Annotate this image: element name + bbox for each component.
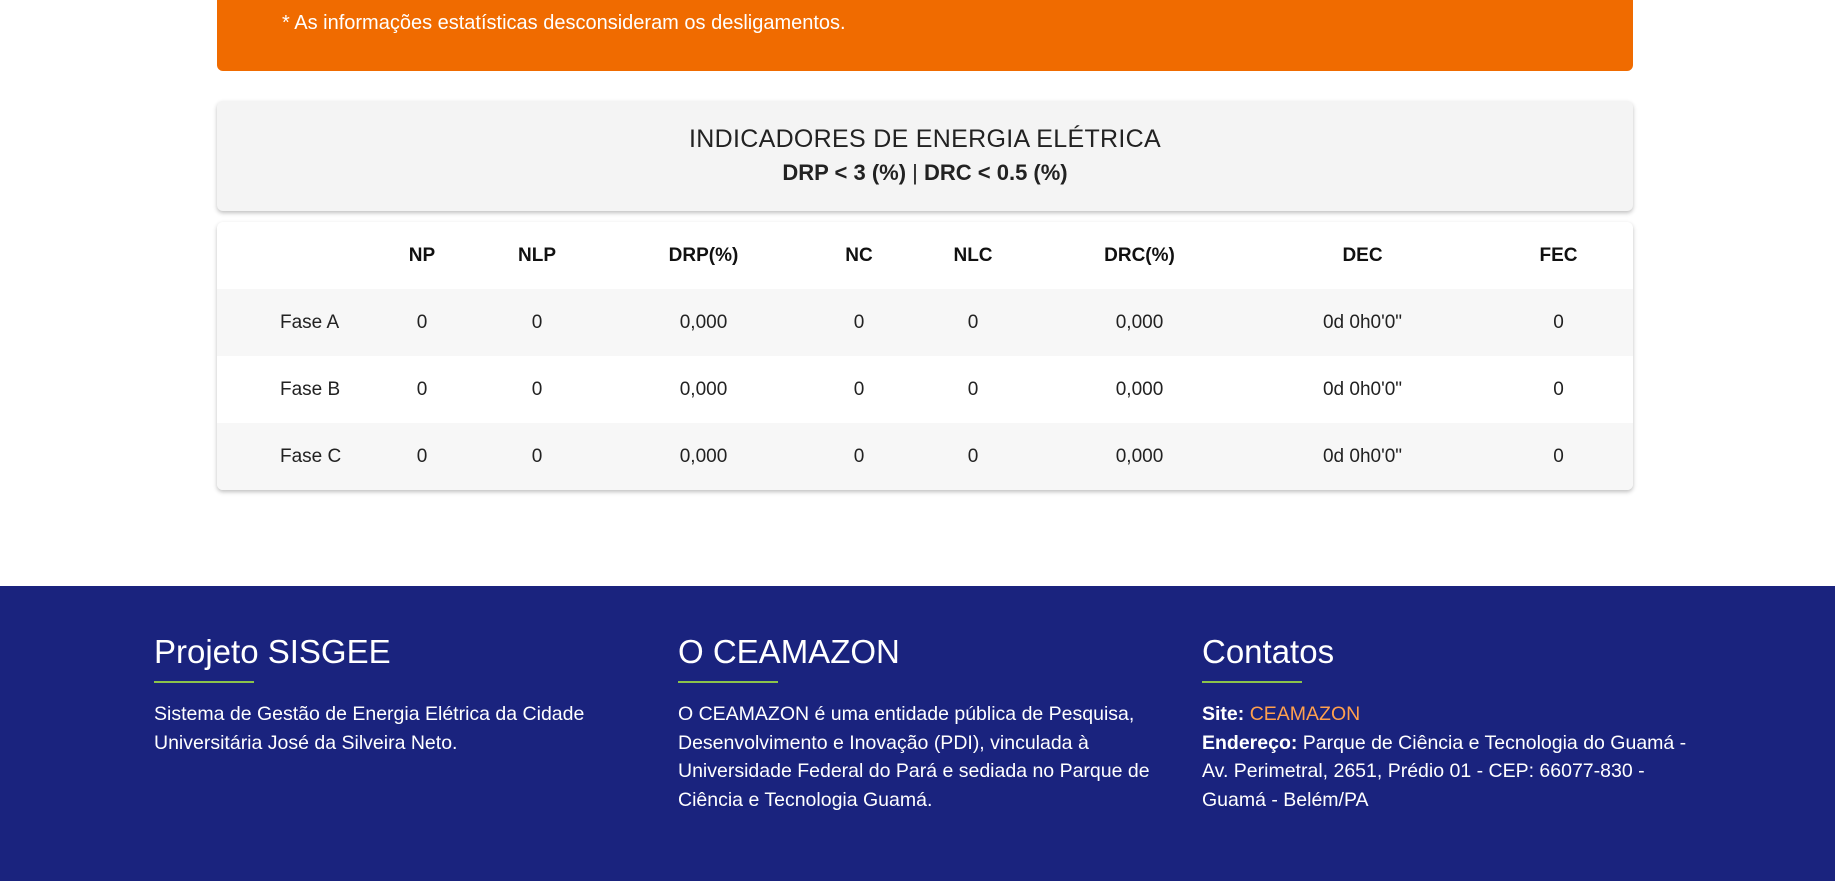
stats-notice-banner: * As informações estatísticas desconside… [217,0,1633,71]
cell-fec: 0 [1484,356,1633,423]
indicators-header-card: INDICADORES DE ENERGIA ELÉTRICA DRP < 3 … [217,101,1633,211]
header-nc: NC [845,244,873,266]
site-label: Site: [1202,703,1245,725]
cell-nc: 0 [810,356,908,423]
header-nlc: NLC [953,244,993,266]
site-footer: Projeto SISGEE Sistema de Gestão de Ener… [0,586,1835,881]
indicators-table: NP NLP DRP(%) NC NLC DRC(%) DEC FEC Fase… [217,222,1633,490]
header-drc: DRC(%) [1104,244,1175,266]
cell-phase: Fase A [217,289,367,356]
cell-drp: 0,000 [597,289,810,356]
footer-contacts-column: Contatos Site: CEAMAZON Endereço: Parque… [1202,633,1702,814]
table-row: Fase C 0 0 0,000 0 0 0,000 0d 0h0'0" 0 [217,423,1633,490]
ceamazon-site-link[interactable]: CEAMAZON [1250,703,1361,725]
cell-drp: 0,000 [597,423,810,490]
cell-phase: Fase B [217,356,367,423]
footer-ceamazon-title: O CEAMAZON [678,633,900,670]
cell-np: 0 [367,423,477,490]
header-phase [217,222,367,289]
cell-drp: 0,000 [597,356,810,423]
header-drp: DRP(%) [668,244,739,266]
cell-dec: 0d 0h0'0" [1241,423,1484,490]
footer-contacts-text: Site: CEAMAZON Endereço: Parque de Ciênc… [1202,700,1702,814]
indicators-limits: DRP < 3 (%) | DRC < 0.5 (%) [217,160,1633,186]
drp-limit: DRP < 3 (%) [782,160,907,185]
header-dec: DEC [1342,244,1383,266]
indicators-title: INDICADORES DE ENERGIA ELÉTRICA [689,125,1161,153]
cell-drc: 0,000 [1038,289,1241,356]
cell-np: 0 [367,289,477,356]
header-nlp: NLP [518,244,556,266]
cell-phase: Fase C [217,423,367,490]
cell-drc: 0,000 [1038,423,1241,490]
cell-dec: 0d 0h0'0" [1241,289,1484,356]
footer-ceamazon-underline [678,681,778,683]
footer-project-title: Projeto SISGEE [154,633,391,670]
cell-dec: 0d 0h0'0" [1241,356,1484,423]
footer-ceamazon-text: O CEAMAZON é uma entidade pública de Pes… [678,703,1150,811]
footer-project-column: Projeto SISGEE Sistema de Gestão de Ener… [154,633,614,757]
cell-nc: 0 [810,423,908,490]
table-row: Fase B 0 0 0,000 0 0 0,000 0d 0h0'0" 0 [217,356,1633,423]
cell-fec: 0 [1484,289,1633,356]
table-header-row: NP NLP DRP(%) NC NLC DRC(%) DEC FEC [217,222,1633,289]
cell-drc: 0,000 [1038,356,1241,423]
footer-contacts-title: Contatos [1202,633,1335,670]
header-np: NP [408,244,436,266]
cell-nc: 0 [810,289,908,356]
footer-project-underline [154,681,254,683]
table-row: Fase A 0 0 0,000 0 0 0,000 0d 0h0'0" 0 [217,289,1633,356]
cell-nlc: 0 [908,423,1038,490]
cell-nlc: 0 [908,356,1038,423]
cell-nlp: 0 [477,356,597,423]
stats-notice-text: * As informações estatísticas desconside… [282,12,846,34]
cell-nlp: 0 [477,289,597,356]
cell-fec: 0 [1484,423,1633,490]
cell-np: 0 [367,356,477,423]
header-fec: FEC [1539,244,1578,266]
footer-contacts-underline [1202,681,1302,683]
cell-nlp: 0 [477,423,597,490]
footer-project-text: Sistema de Gestão de Energia Elétrica da… [154,703,585,754]
indicators-table-card: NP NLP DRP(%) NC NLC DRC(%) DEC FEC Fase… [217,222,1633,490]
limits-separator: | [906,160,924,185]
drc-limit: DRC < 0.5 (%) [923,160,1068,185]
address-label: Endereço: [1202,731,1298,754]
cell-nlc: 0 [908,289,1038,356]
footer-ceamazon-column: O CEAMAZON O CEAMAZON é uma entidade púb… [678,633,1163,814]
